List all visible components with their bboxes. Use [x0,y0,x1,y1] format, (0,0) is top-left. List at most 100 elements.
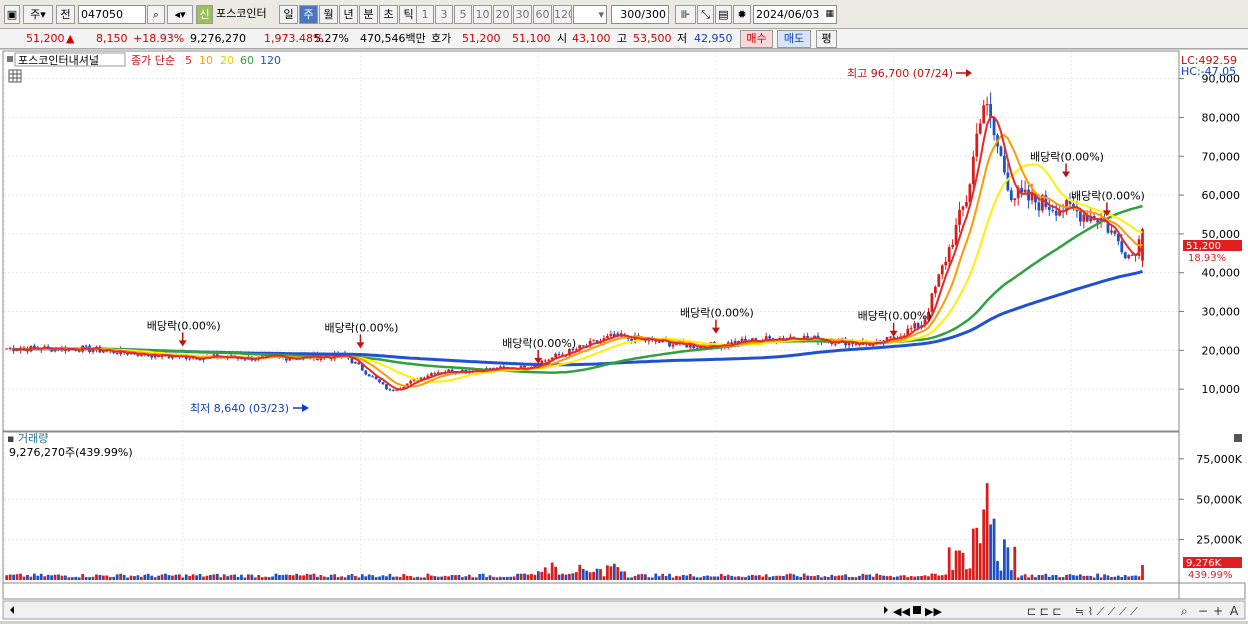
chart-title: 포스코인터내셔널 [18,54,99,67]
open-label: 시 [557,32,568,45]
gear-icon[interactable]: ✹ [733,5,751,24]
volume-bar [930,573,934,580]
volume-bar [661,573,665,580]
volume-bar [602,576,606,580]
volume-bar [550,562,554,580]
tab-daily[interactable]: 일 [279,5,298,24]
volume-bar [1127,576,1131,580]
play-icon[interactable]: ▶▶ [925,605,942,618]
interval-60[interactable]: 60 [533,5,552,24]
save-icon[interactable]: ▤ [715,5,732,24]
count-input[interactable]: 300/300 [611,5,669,24]
high-price: 53,500 [633,32,672,45]
close-panel-icon[interactable] [1234,434,1242,442]
volume-bar [813,576,816,580]
prev-button[interactable]: 전 [56,5,75,24]
volume-bar [67,577,71,580]
zoom-in-icon[interactable]: + [1213,604,1223,618]
volume-bar [1013,546,1017,580]
volume-bar [1009,570,1013,580]
table-icon[interactable] [8,69,22,83]
date-input[interactable]: 2024/06/03 ▦ [753,5,837,24]
stock-code-input[interactable]: 047050 [78,5,146,24]
auto-scale-icon[interactable]: A [1230,604,1239,618]
tab-monthly[interactable]: 월 [319,5,338,24]
tab-weekly[interactable]: 주 [299,5,318,24]
volume-bar [402,574,406,580]
sell-button[interactable]: 매도 [777,30,811,48]
volume-bar [153,577,157,580]
interval-120[interactable]: 120 [553,5,572,24]
volume-bar [737,576,740,580]
volume-bar [184,574,188,580]
interval-20[interactable]: 20 [493,5,512,24]
candle [971,156,975,185]
chart-area: 10,000 20,000 30,000 40,000 50,000 60,000 70,0… [0,50,1248,621]
interval-3[interactable]: 3 [435,5,453,24]
zoom-tools-icon[interactable]: ⊏ ⊏ ⊏ [1027,605,1062,618]
candle [975,133,979,157]
tab-minute[interactable]: 분 [359,5,378,24]
volume-bar [5,575,9,580]
tab-second[interactable]: 초 [379,5,398,24]
volume-bar [678,576,682,580]
interval-select[interactable]: ▾ [573,5,607,24]
speaker-icon[interactable]: ◂▾ [167,5,193,24]
search-icon[interactable]: ⌕ [147,5,165,24]
volume-bar [57,574,60,580]
volume-bar [792,574,796,580]
candle-icon[interactable]: ⊪ [675,5,696,24]
volume-panel-icon[interactable]: ▪ [7,432,14,445]
hc-label: HC:-47.05 [1181,65,1236,78]
volume-bar [688,574,692,580]
candle [940,265,944,275]
zoom-out-icon[interactable]: − [1198,604,1208,618]
volume-bar [291,575,295,580]
panel-icon[interactable] [7,56,13,62]
draw-tools-icon[interactable]: ≒ ⌇ ⟋ ⟋ ⟋ ⟋ [1075,605,1138,618]
volume-bar [985,483,989,580]
volume-bar [878,574,882,580]
candle [892,336,896,338]
volume-bar [823,576,827,580]
volume-bar [288,574,292,580]
price-tick-label: 60,000 [1202,189,1241,202]
volume-panel [2,431,1180,584]
volume-bar [543,567,547,580]
volume-bar [471,577,475,580]
magnify-icon[interactable]: ⌕ [1181,604,1188,618]
volume-bar [198,573,202,580]
volume-bar [913,576,917,580]
window-icon[interactable]: ▣ [4,5,20,24]
volume-bar [540,571,544,580]
volume-bar [1120,576,1124,580]
volume-bar [167,575,171,580]
volume-bar [191,574,195,580]
volume-bar [1041,575,1044,580]
buy-button[interactable]: 매수 [740,30,773,48]
interval-1[interactable]: 1 [416,5,434,24]
volume-bar [181,577,185,580]
period-select[interactable]: 주▾ [23,5,53,24]
tab-yearly[interactable]: 년 [339,5,358,24]
rewind-icon[interactable]: ◀◀ [893,605,910,618]
volume-bar [150,575,154,580]
volume-bar [751,574,754,580]
interval-10[interactable]: 10 [473,5,492,24]
eval-button[interactable]: 평 [816,30,837,48]
volume-bar [281,575,285,580]
volume-bar [426,573,430,580]
interval-30[interactable]: 30 [513,5,532,24]
volume-bar [405,575,409,580]
stop-icon[interactable] [913,606,921,614]
volume-bar [896,576,899,580]
candle [388,389,392,391]
candle [371,376,375,378]
volume-bar [499,576,502,580]
tool-icon[interactable]: ⤡ [697,5,714,24]
interval-5[interactable]: 5 [454,5,472,24]
volume-bar [971,528,975,580]
volume-bar [70,577,74,580]
volume-bar [412,577,416,580]
volume-bar [115,574,119,580]
